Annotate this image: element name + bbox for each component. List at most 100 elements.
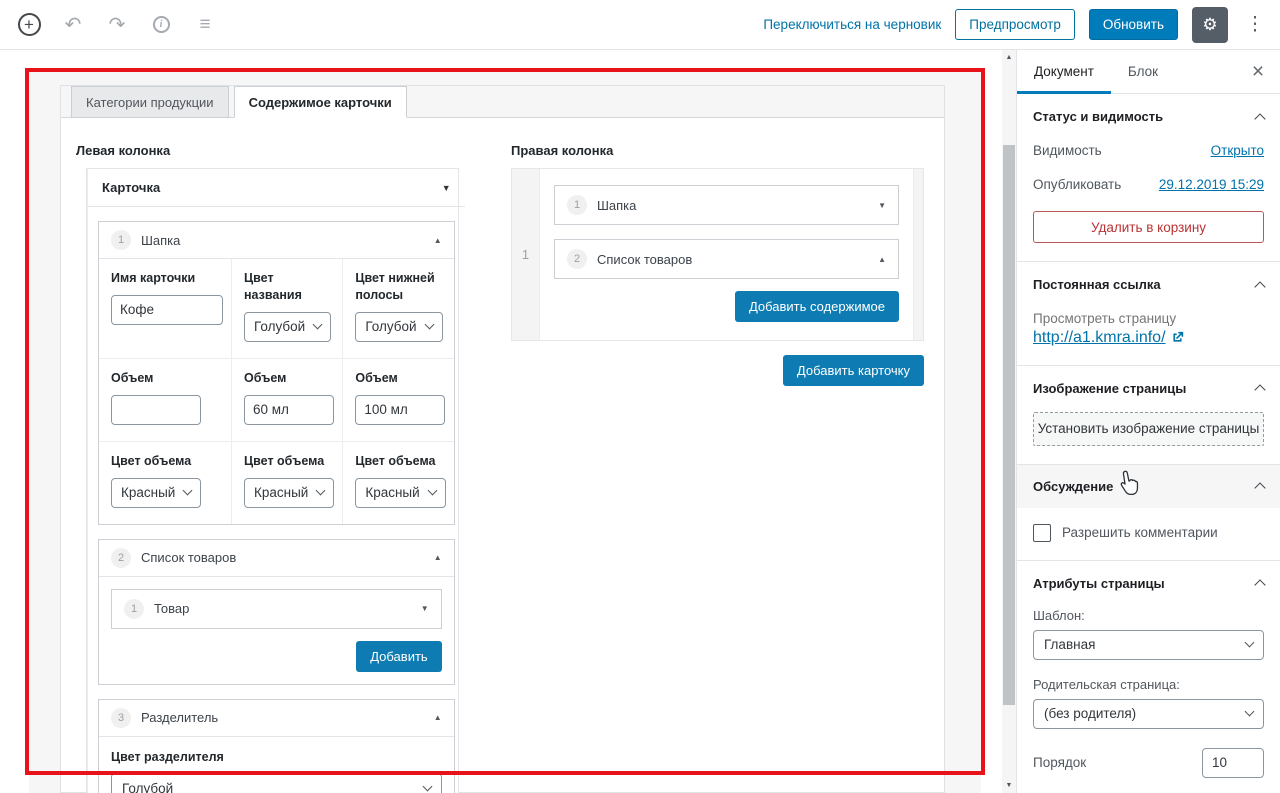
collapse-down-icon: ▼	[420, 604, 429, 613]
card-row-content: 1 Шапка ▼ 2 Список товаров ▲ Добавить со…	[540, 169, 913, 340]
panel-discussion: Обсуждение Разрешить комментарии	[1017, 464, 1280, 561]
select-value: Красный	[365, 485, 420, 500]
publish-row: Опубликовать 29.12.2019 15:29	[1033, 177, 1264, 192]
permalink-panel-header[interactable]: Постоянная ссылка	[1033, 277, 1266, 293]
volume-color-1-select[interactable]: Красный	[111, 477, 202, 508]
add-card-button[interactable]: Добавить карточку	[782, 355, 924, 386]
section-number-badge: 2	[111, 547, 131, 568]
select-value: Красный	[121, 485, 176, 500]
product-row[interactable]: 1 Товар ▼	[111, 588, 442, 629]
panel-title: Атрибуты страницы	[1033, 575, 1165, 591]
field-label: Цвет объема	[111, 453, 192, 468]
more-options-button[interactable]: ⋮	[1242, 13, 1268, 36]
row-actions-gutter	[913, 169, 923, 340]
permalink-url-link[interactable]: http://a1.kmra.info/	[1033, 329, 1166, 347]
block-navigation-button[interactable]: ≡	[188, 8, 222, 42]
add-content-button[interactable]: Добавить содержимое	[734, 291, 899, 322]
stripe-color-select[interactable]: Голубой	[355, 311, 443, 342]
collapse-down-icon: ▼	[878, 200, 886, 210]
volume-2-input[interactable]	[244, 394, 334, 425]
redo-icon: ↷	[108, 14, 126, 36]
redo-button[interactable]: ↷	[100, 8, 134, 42]
list-icon: ≡	[199, 13, 211, 35]
volume-3-input[interactable]	[355, 394, 446, 425]
right-column-title: Правая колонка	[511, 143, 614, 158]
visibility-label: Видимость	[1033, 143, 1102, 158]
product-row-title: Товар	[154, 601, 190, 616]
section-2-header[interactable]: 2 Список товаров ▲	[99, 540, 454, 577]
attributes-panel-header[interactable]: Атрибуты страницы	[1033, 575, 1266, 591]
volume-color-2-select[interactable]: Красный	[244, 477, 335, 508]
parent-page-select[interactable]: (без родителя)	[1033, 698, 1264, 729]
editor-canvas: Категории продукции Содержимое карточки …	[0, 50, 1016, 793]
template-select[interactable]: Главная	[1033, 629, 1264, 660]
title-color-select[interactable]: Голубой	[244, 311, 332, 342]
chevron-up-icon	[1254, 384, 1266, 396]
volume-1-input[interactable]	[111, 394, 201, 425]
select-value: Голубой	[122, 780, 174, 793]
section-3-header[interactable]: 3 Разделитель ▲	[99, 700, 454, 737]
block-product-list-row[interactable]: 2 Список товаров ▲	[554, 239, 899, 279]
chevron-up-icon	[1254, 482, 1266, 494]
row-order-number[interactable]: 1	[512, 169, 540, 340]
content-structure-button[interactable]: i	[144, 8, 178, 42]
status-panel-header[interactable]: Статус и видимость	[1033, 109, 1266, 125]
mouse-cursor-icon	[1120, 470, 1139, 495]
scrollbar-thumb[interactable]	[1003, 145, 1015, 705]
add-product-button[interactable]: Добавить	[356, 640, 442, 672]
settings-sidebar: Документ Блок × Статус и видимость Видим…	[1016, 50, 1280, 793]
section-header-block: 1 Шапка ▲ Имя карточки Кофе Цвет названи…	[98, 221, 455, 525]
tab-card-content[interactable]: Содержимое карточки	[233, 86, 407, 118]
divider-color-select[interactable]: Голубой	[111, 773, 442, 793]
close-sidebar-button[interactable]: ×	[1236, 50, 1280, 93]
settings-toggle-button[interactable]: ⚙	[1192, 6, 1228, 43]
tab-product-categories[interactable]: Категории продукции	[71, 86, 229, 118]
update-button[interactable]: Обновить	[1088, 9, 1178, 40]
scroll-down-arrow-icon[interactable]: ▼	[1002, 782, 1016, 789]
field-label: Имя карточки	[111, 271, 196, 285]
card-header[interactable]: Карточка ▼	[88, 169, 465, 207]
chevron-up-icon	[1254, 280, 1266, 293]
discussion-panel-header[interactable]: Обсуждение	[1017, 464, 1280, 508]
section-divider: 3 Разделитель ▲ Цвет разделителя Голубой	[98, 698, 455, 793]
acf-fields-panel: Категории продукции Содержимое карточки …	[60, 85, 945, 793]
block-header-row[interactable]: 1 Шапка ▼	[554, 185, 899, 225]
order-label: Порядок	[1033, 755, 1087, 771]
switch-to-draft-link[interactable]: Переключиться на черновик	[763, 17, 941, 32]
volume-color-3-select[interactable]: Красный	[355, 477, 446, 508]
field-label: Цвет объема	[355, 453, 436, 468]
set-page-image-button[interactable]: Установить изображение страницы	[1033, 411, 1264, 446]
field-title-color: Цвет названия Голубой	[232, 259, 344, 359]
move-to-trash-button[interactable]: Удалить в корзину	[1033, 211, 1264, 243]
publish-date-link[interactable]: 29.12.2019 15:29	[1159, 177, 1264, 192]
template-label: Шаблон:	[1033, 607, 1085, 623]
allow-comments-checkbox[interactable]	[1033, 523, 1051, 542]
block-inserter-button[interactable]: +	[12, 8, 46, 42]
field-label: Цвет объема	[244, 453, 325, 468]
right-column: Правая колонка 1 1 Шапка ▼ 2 Список това…	[511, 143, 924, 386]
undo-button[interactable]: ↶	[56, 8, 90, 42]
panel-title: Обсуждение	[1033, 478, 1114, 494]
block-title: Шапка	[597, 197, 637, 213]
left-column: Левая колонка Карточка ▼ 1 Шапка ▲ Имя к…	[76, 143, 465, 793]
tab-block[interactable]: Блок	[1111, 50, 1175, 93]
preview-button[interactable]: Предпросмотр	[955, 9, 1075, 40]
page-image-panel-header[interactable]: Изображение страницы	[1033, 381, 1266, 396]
order-input[interactable]	[1202, 747, 1264, 778]
external-link-icon	[1172, 331, 1183, 342]
canvas-scrollbar[interactable]: ▲ ▼	[1002, 50, 1016, 793]
divider-color-label: Цвет разделителя	[111, 749, 224, 764]
scroll-up-arrow-icon[interactable]: ▲	[1002, 54, 1016, 61]
tab-document[interactable]: Документ	[1017, 50, 1111, 94]
collapse-up-icon: ▲	[433, 553, 442, 562]
collapse-up-icon: ▲	[878, 254, 886, 264]
field-volume-color-2: Цвет объема Красный	[232, 441, 344, 524]
visibility-row: Видимость Открыто	[1033, 143, 1264, 158]
sidebar-tabs: Документ Блок ×	[1017, 50, 1280, 94]
visibility-value-link[interactable]: Открыто	[1211, 143, 1264, 158]
chevron-down-icon	[424, 319, 434, 330]
section-2-title: Список товаров	[141, 550, 237, 565]
card-name-input[interactable]	[111, 294, 223, 325]
section-1-header[interactable]: 1 Шапка ▲	[99, 222, 454, 259]
chevron-down-icon	[312, 319, 323, 330]
